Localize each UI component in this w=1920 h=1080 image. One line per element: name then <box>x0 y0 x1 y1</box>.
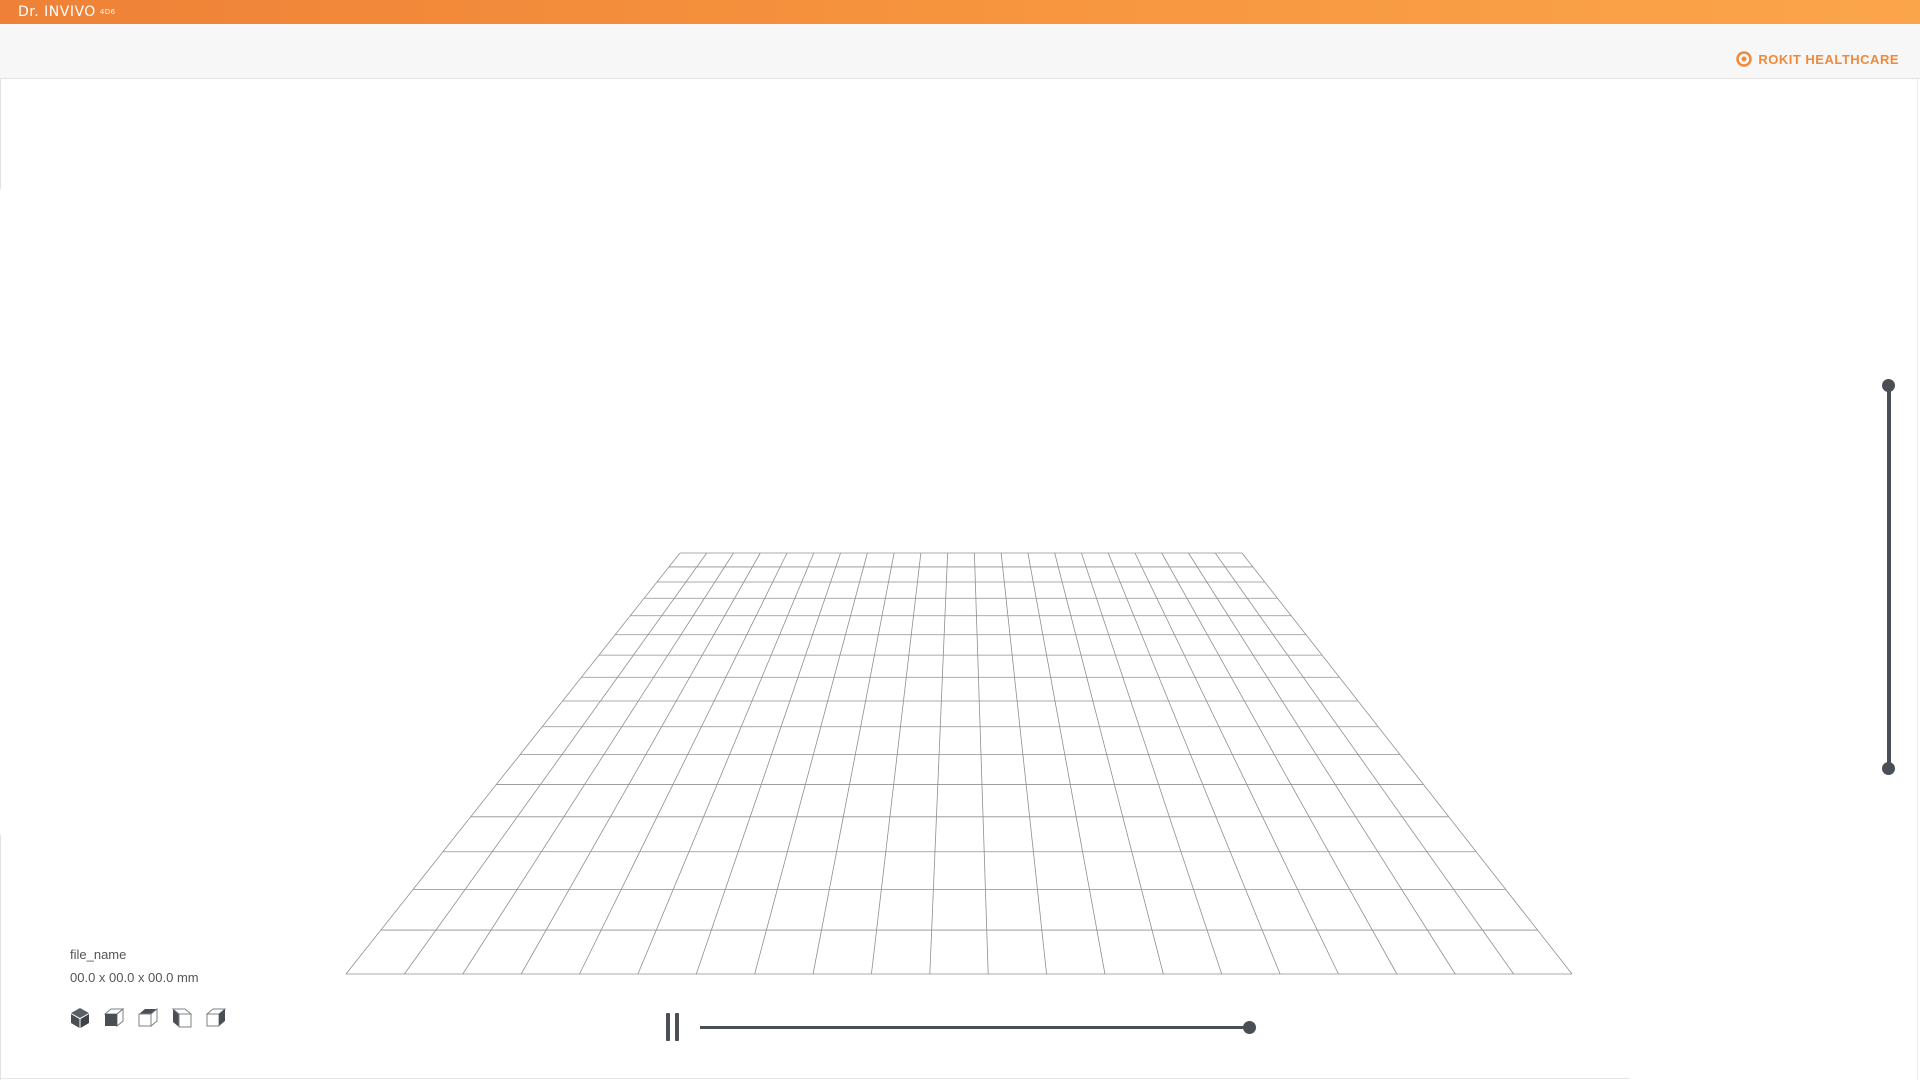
timeline-handle[interactable] <box>1243 1021 1256 1034</box>
pause-bar-right <box>675 1013 679 1041</box>
layer-slider-track <box>1887 385 1891 769</box>
view-toolbar <box>68 1006 228 1030</box>
model-dimensions: 00.0 x 00.0 x 00.0 mm <box>70 970 199 985</box>
grid-line-depth <box>1241 552 1573 975</box>
model-info: file_name 00.0 x 00.0 x 00.0 mm <box>70 946 199 987</box>
grid-line-depth <box>345 552 681 975</box>
view-right-icon[interactable] <box>204 1006 228 1030</box>
layer-slider-top-handle[interactable] <box>1882 379 1895 392</box>
build-plate-grid[interactable] <box>0 0 1920 1080</box>
playback-timeline[interactable] <box>700 1020 1256 1034</box>
pause-bar-left <box>666 1013 670 1041</box>
view-left-icon[interactable] <box>170 1006 194 1030</box>
file-name: file_name <box>70 947 127 962</box>
layer-range-slider[interactable] <box>1882 379 1896 775</box>
view-iso-icon[interactable] <box>68 1006 92 1030</box>
timeline-track <box>700 1026 1250 1029</box>
view-front-icon[interactable] <box>102 1006 126 1030</box>
layer-slider-bottom-handle[interactable] <box>1882 762 1895 775</box>
view-top-icon[interactable] <box>136 1006 160 1030</box>
pause-button[interactable] <box>664 1011 684 1043</box>
